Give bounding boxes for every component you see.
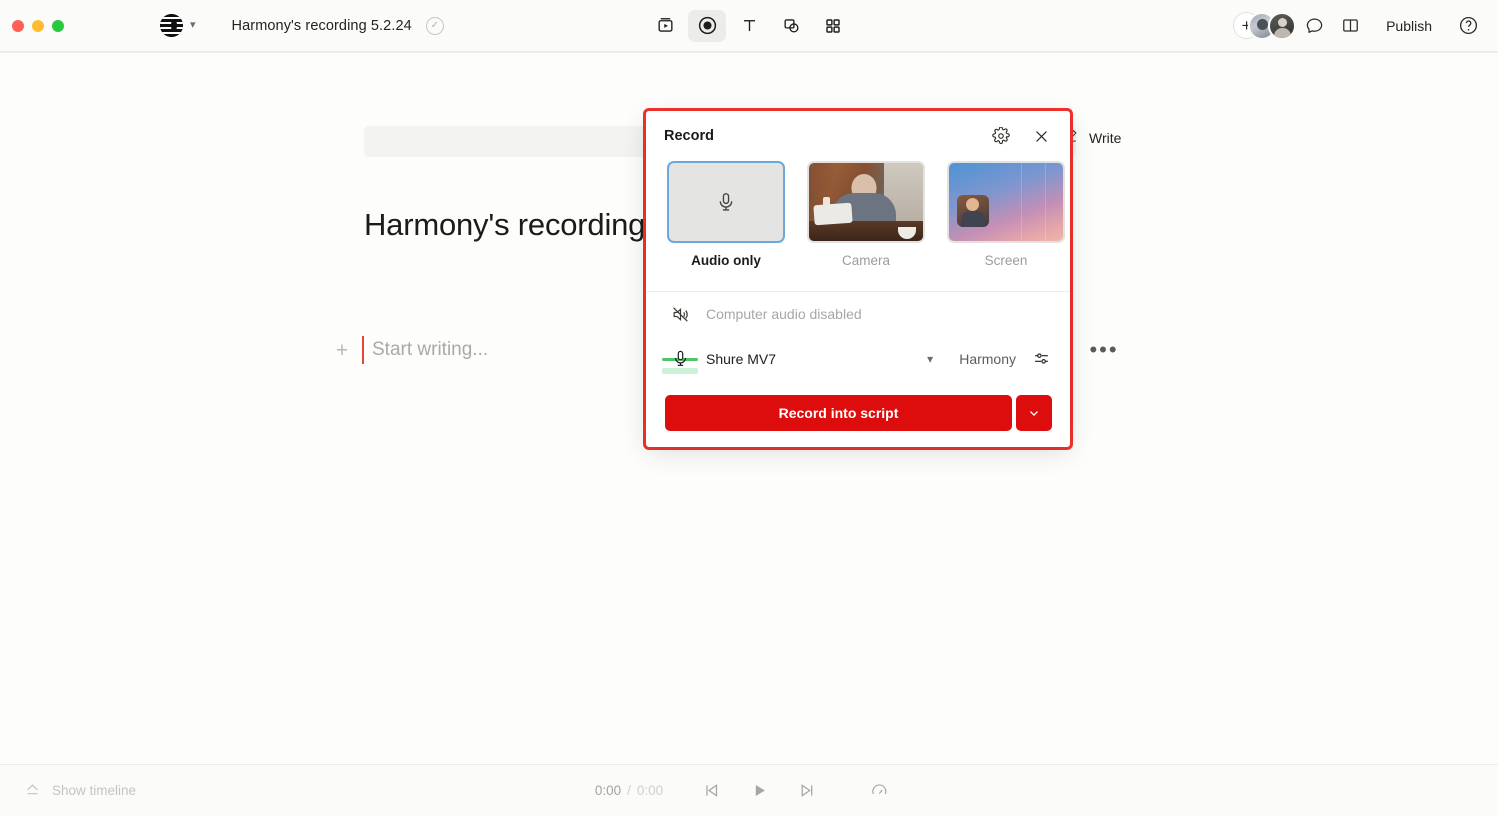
total-time: 0:00 — [637, 783, 663, 798]
transport-controls: 0:00 / 0:00 — [595, 775, 903, 807]
minimize-window-button[interactable] — [32, 20, 44, 32]
record-mode-camera-tile[interactable] — [807, 161, 925, 243]
current-time: 0:00 — [595, 783, 621, 798]
time-separator: / — [627, 783, 631, 798]
write-label: Write — [1089, 130, 1121, 146]
titlebar: ▾ Harmony's recording 5.2.24 ✓ — [0, 0, 1498, 52]
record-icon[interactable] — [688, 10, 726, 42]
show-timeline-label: Show timeline — [52, 783, 136, 798]
microphone-device-name: Shure MV7 — [706, 351, 776, 367]
descript-logo-icon — [160, 14, 183, 37]
record-mode-audio-only-label: Audio only — [667, 253, 785, 268]
question-circle-icon[interactable] — [1450, 10, 1486, 42]
close-icon[interactable] — [1028, 123, 1054, 149]
screen-thumbnail — [949, 163, 1063, 241]
text-icon[interactable] — [730, 10, 768, 42]
close-window-button[interactable] — [12, 20, 24, 32]
comment-bubble-icon[interactable] — [1296, 10, 1332, 42]
window-traffic-lights — [0, 20, 64, 32]
record-mode-screen[interactable]: Screen — [947, 161, 1065, 268]
editor-placeholder[interactable]: Start writing... — [372, 339, 488, 361]
center-toolbar — [646, 10, 852, 42]
gear-icon[interactable] — [988, 123, 1014, 149]
speed-icon[interactable] — [855, 775, 903, 807]
scenes-icon[interactable] — [646, 10, 684, 42]
document-title[interactable]: Harmony's recording 5.2.24 — [232, 18, 412, 34]
record-popover-header: Record — [646, 111, 1070, 161]
document-canvas: Harmony's recording 5.2.24 + Start writi… — [0, 52, 1498, 764]
computer-audio-row[interactable]: Computer audio disabled — [646, 292, 1070, 337]
chevron-down-icon[interactable]: ▾ — [927, 352, 933, 366]
panel-right-icon[interactable] — [1332, 10, 1368, 42]
record-options-chevron-button[interactable] — [1016, 395, 1052, 431]
more-options-button[interactable]: ••• — [1089, 343, 1118, 356]
camera-thumbnail — [809, 163, 923, 241]
publish-button[interactable]: Publish — [1374, 12, 1444, 40]
computer-audio-label: Computer audio disabled — [706, 306, 862, 322]
record-popover-title: Record — [664, 128, 714, 144]
record-mode-screen-label: Screen — [947, 253, 1065, 268]
record-mode-camera-label: Camera — [807, 253, 925, 268]
play-icon[interactable] — [735, 775, 783, 807]
plus-icon[interactable]: + — [330, 340, 354, 361]
record-mode-audio-only-tile[interactable] — [667, 161, 785, 243]
record-mode-screen-tile[interactable] — [947, 161, 1065, 243]
titlebar-right-actions: + Publish — [1233, 10, 1486, 42]
record-mode-camera[interactable]: Camera — [807, 161, 925, 268]
bottombar: Show timeline 0:00 / 0:00 — [0, 764, 1498, 816]
shapes-icon[interactable] — [772, 10, 810, 42]
microphone-row[interactable]: Shure MV7 ▾ Harmony — [646, 336, 1070, 381]
speaker-muted-icon — [666, 305, 694, 324]
record-mode-list: Audio only — [646, 161, 1070, 268]
record-popover-highlight: Record — [643, 108, 1073, 450]
grid-icon[interactable] — [814, 10, 852, 42]
collaborator-avatars[interactable] — [1256, 12, 1296, 40]
sliders-icon[interactable] — [1030, 350, 1052, 367]
check-circle-icon: ✓ — [426, 17, 444, 35]
microphone-speaker-label[interactable]: Harmony — [959, 351, 1016, 367]
text-caret — [362, 336, 364, 364]
skip-previous-icon[interactable] — [687, 775, 735, 807]
record-popover: Record — [646, 111, 1070, 447]
record-popover-header-actions — [988, 123, 1054, 149]
chevron-down-icon: ▾ — [190, 20, 196, 31]
skip-next-icon[interactable] — [783, 775, 831, 807]
microphone-icon — [669, 163, 783, 241]
maximize-window-button[interactable] — [52, 20, 64, 32]
record-cta-row: Record into script — [665, 395, 1052, 431]
record-into-script-button[interactable]: Record into script — [665, 395, 1012, 431]
record-mode-audio-only[interactable]: Audio only — [667, 161, 785, 268]
avatar[interactable] — [1268, 12, 1296, 40]
audio-level-meter-background — [662, 368, 698, 374]
app-menu[interactable]: ▾ — [160, 14, 196, 37]
eject-icon — [24, 782, 41, 799]
show-timeline-button[interactable]: Show timeline — [24, 782, 136, 799]
app-window: ▾ Harmony's recording 5.2.24 ✓ — [0, 0, 1498, 816]
microphone-icon — [666, 344, 694, 374]
